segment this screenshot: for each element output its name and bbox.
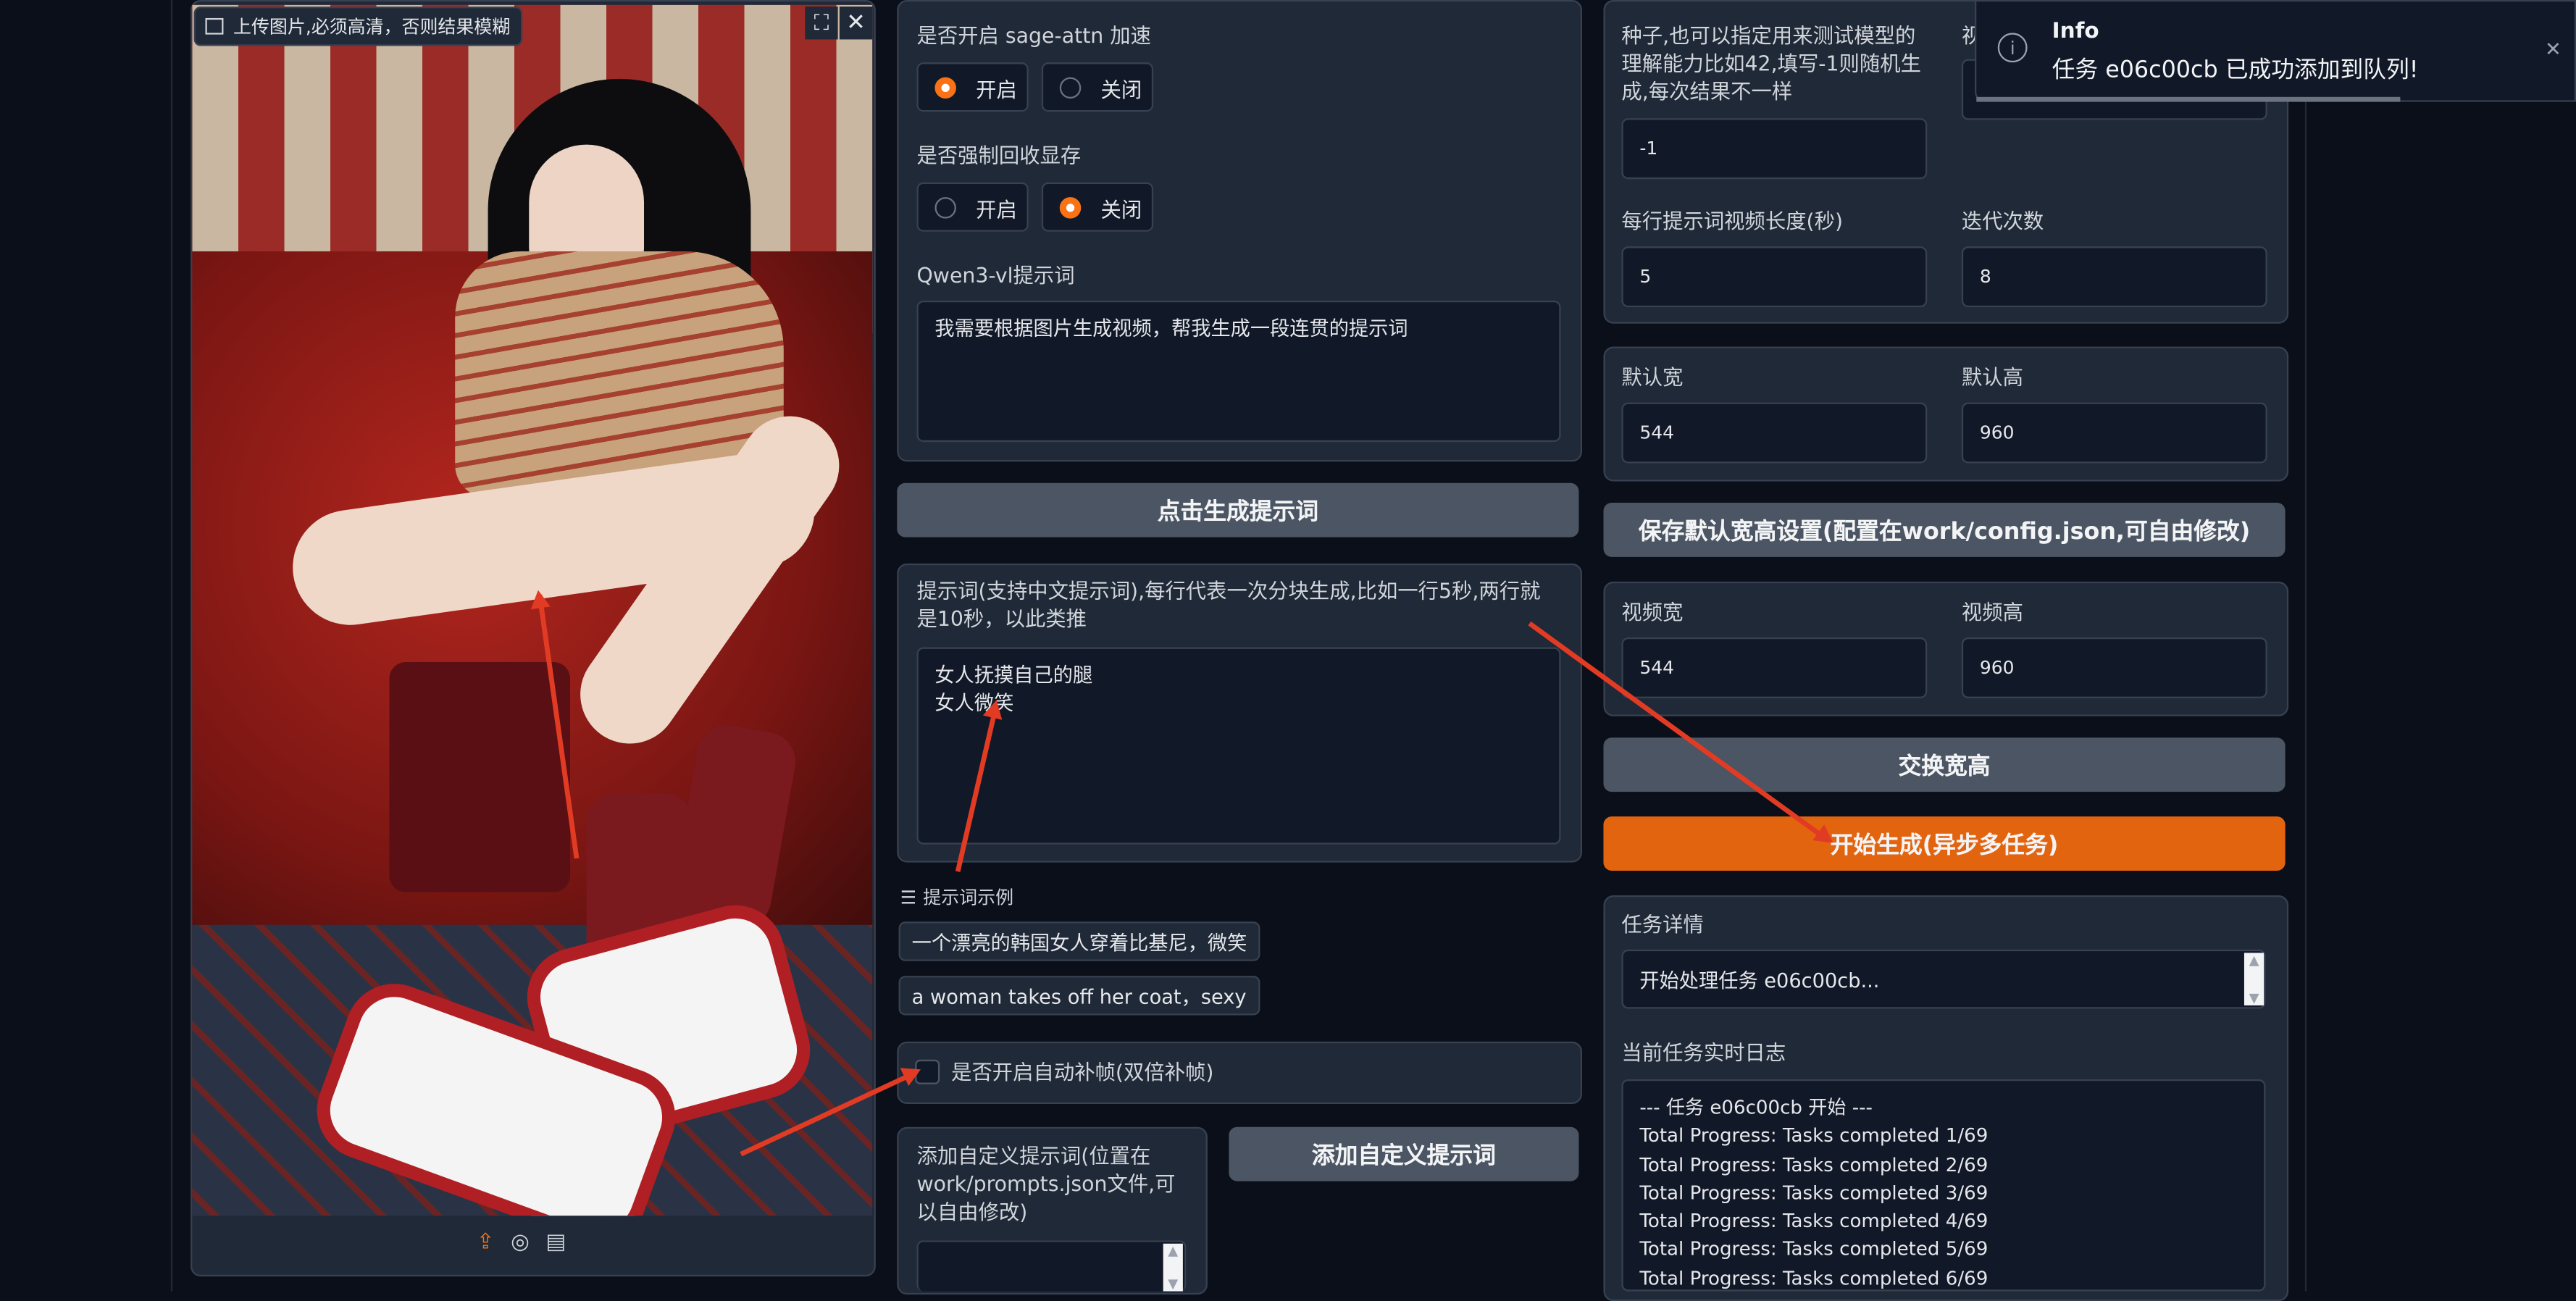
expand-icon: ⛶: [814, 10, 829, 35]
iterations-label: 迭代次数: [1961, 209, 2044, 234]
log-line: Total Progress: Tasks completed 6/69: [1639, 1266, 1989, 1289]
task-scrollbar[interactable]: ▲ ▼: [2243, 953, 2265, 1005]
generate-prompt-button[interactable]: 点击生成提示词: [897, 482, 1579, 537]
log-line: Total Progress: Tasks completed 2/69: [1639, 1153, 1989, 1176]
seed-label: 种子,也可以指定用来测试模型的理解能力比如42,填写-1则随机生成,每次结果不一…: [1621, 22, 1921, 104]
log-line: Total Progress: Tasks completed 5/69: [1639, 1237, 1989, 1261]
sage-attn-label: 是否开启 sage-attn 加速: [916, 22, 1151, 48]
video-height-input[interactable]: 960: [1961, 637, 2267, 698]
default-height-input[interactable]: 960: [1961, 402, 2267, 464]
image-icon: [205, 17, 224, 35]
upload-badge-label: 上传图片,必须高清，否则结果模糊: [233, 16, 511, 38]
example-prompt-chip[interactable]: a woman takes off her coat，sexy: [898, 976, 1260, 1016]
start-generate-button[interactable]: 开始生成(异步多任务): [1603, 816, 2286, 871]
qwen-prompt-label: Qwen3-vl提示词: [916, 262, 1075, 288]
examples-header: ☰ 提示词示例: [900, 886, 1014, 909]
default-height-label: 默认高: [1961, 364, 2023, 390]
log-output[interactable]: --- 任务 e06c00cb 开始 --- Total Progress: T…: [1621, 1079, 2266, 1292]
log-line: Total Progress: Tasks completed 4/69: [1639, 1209, 1989, 1233]
log-line: --- 任务 e06c00cb 开始 ---: [1639, 1095, 1873, 1119]
scroll-down-icon: ▼: [2249, 990, 2259, 1005]
clipboard-icon[interactable]: ▤: [546, 1231, 566, 1255]
clear-image-button[interactable]: ✕: [839, 7, 873, 40]
sage-attn-on-radio[interactable]: 开启: [916, 62, 1029, 112]
close-icon: ✕: [846, 9, 866, 36]
list-icon: ☰: [900, 886, 917, 908]
iterations-input[interactable]: 8: [1961, 246, 2267, 308]
radio-selected-icon: [1059, 196, 1082, 218]
scroll-up-icon: ▲: [2249, 953, 2259, 968]
close-icon[interactable]: ✕: [2545, 38, 2562, 61]
save-default-size-button[interactable]: 保存默认宽高设置(配置在work/config.json,可自由修改): [1603, 502, 2286, 557]
force-gc-on-radio[interactable]: 开启: [916, 182, 1029, 232]
radio-icon: [934, 196, 956, 218]
toast-timer-bar: [1976, 96, 2401, 102]
upload-icon[interactable]: ⇪: [477, 1231, 495, 1255]
default-width-label: 默认宽: [1621, 364, 1684, 390]
force-gc-off-radio[interactable]: 关闭: [1041, 182, 1154, 232]
radio-icon: [1059, 76, 1082, 98]
upload-toolbar: ⇪ ◎ ▤: [477, 1231, 566, 1255]
toast-message: 任务 e06c00cb 已成功添加到队列!: [2052, 57, 2419, 84]
webcam-icon[interactable]: ◎: [511, 1231, 530, 1255]
force-gc-label: 是否强制回收显存: [916, 143, 1082, 168]
custom-prompt-scrollbar[interactable]: ▲ ▼: [1163, 1243, 1183, 1292]
duration-input[interactable]: 5: [1621, 246, 1928, 308]
prompt-input[interactable]: 女人抚摸自己的腿 女人微笑: [916, 647, 1561, 845]
swap-size-button[interactable]: 交换宽高: [1603, 737, 2286, 792]
fullscreen-button[interactable]: ⛶: [805, 7, 838, 40]
prompt-label: 提示词(支持中文提示词),每行代表一次分块生成,比如一行5秒,两行就是10秒，以…: [916, 578, 1541, 631]
log-line: Total Progress: Tasks completed 1/69: [1639, 1124, 1989, 1147]
toast-title: Info: [2052, 20, 2099, 45]
scroll-up-icon: ▲: [1168, 1243, 1179, 1259]
uploaded-image: [192, 4, 873, 1216]
task-label: 任务详情: [1621, 911, 1704, 937]
add-custom-prompt-button[interactable]: 添加自定义提示词: [1229, 1126, 1579, 1181]
task-details-output[interactable]: 开始处理任务 e06c00cb...: [1621, 949, 2266, 1009]
video-width-label: 视频宽: [1621, 599, 1684, 624]
video-height-label: 视频高: [1961, 599, 2023, 624]
log-line: Total Progress: Tasks completed 3/69: [1639, 1181, 1989, 1205]
custom-prompt-input[interactable]: [916, 1240, 1187, 1292]
info-toast: i Info 任务 e06c00cb 已成功添加到队列! ✕: [1975, 0, 2576, 102]
info-icon: i: [1997, 33, 2028, 63]
handbag: [389, 661, 570, 892]
example-prompt-chip[interactable]: 一个漂亮的韩国女人穿着比基尼，微笑: [898, 921, 1260, 961]
interp-label: 是否开启自动补帧(双倍补帧): [951, 1059, 1214, 1084]
upload-badge: 上传图片,必须高清，否则结果模糊: [193, 7, 522, 46]
radio-selected-icon: [934, 76, 956, 98]
video-width-input[interactable]: 544: [1621, 637, 1928, 698]
sage-attn-off-radio[interactable]: 关闭: [1041, 62, 1154, 112]
seed-input[interactable]: -1: [1621, 118, 1928, 180]
default-width-input[interactable]: 544: [1621, 402, 1928, 464]
log-label: 当前任务实时日志: [1621, 1039, 1786, 1065]
custom-prompt-label: 添加自定义提示词(位置在work/prompts.json文件,可以自由修改): [916, 1143, 1176, 1224]
duration-label: 每行提示词视频长度(秒): [1621, 209, 1844, 234]
scroll-down-icon: ▼: [1168, 1276, 1179, 1292]
qwen-prompt-input[interactable]: 我需要根据图片生成视频，帮我生成一段连贯的提示词: [916, 301, 1561, 443]
